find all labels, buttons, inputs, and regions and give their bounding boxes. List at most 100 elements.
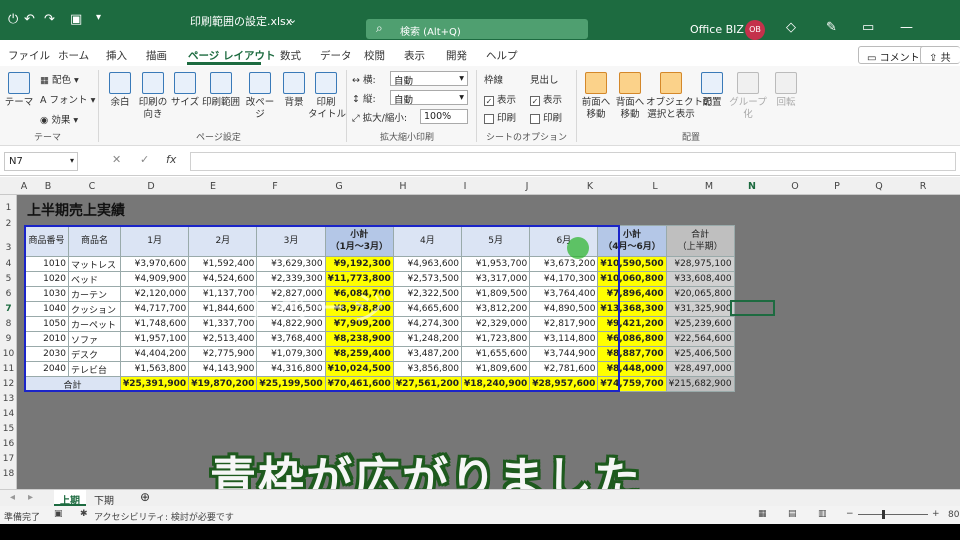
height-select[interactable]: 自動 ▾ (390, 90, 468, 106)
undo-icon[interactable]: ↶ (24, 12, 35, 27)
table-cell[interactable]: ¥4,963,600 (392, 256, 463, 272)
margins-button[interactable]: 余白 (104, 72, 136, 109)
column-header-active[interactable]: N (730, 181, 774, 192)
table-cell[interactable]: ¥3,114,800 (529, 331, 599, 347)
table-cell[interactable]: ¥7,896,400 (597, 286, 667, 302)
tab-developer[interactable]: 開発 (446, 48, 467, 63)
share-button[interactable]: ⇪ 共有 (920, 46, 960, 79)
table-cell[interactable]: ¥10,060,800 (597, 271, 667, 287)
print-area-button[interactable]: 印刷範囲 (200, 72, 242, 109)
total-cell[interactable]: ¥18,240,900 (461, 376, 531, 392)
group-objects-button[interactable]: グループ化 (728, 72, 768, 121)
insert-function-icon[interactable]: fx (166, 153, 176, 166)
tab-scroll-left-icon[interactable]: ◂ (4, 490, 21, 506)
table-cell[interactable]: ¥1,655,600 (461, 346, 531, 362)
table-cell[interactable]: ¥1,809,600 (461, 361, 531, 377)
normal-view-icon[interactable]: ▦ (758, 509, 767, 519)
add-sheet-icon[interactable]: ⊕ (134, 490, 156, 506)
table-cell[interactable]: ¥9,192,300 (324, 256, 394, 272)
page-layout-view-icon[interactable]: ▤ (788, 509, 797, 519)
align-button[interactable]: 配置 (698, 72, 726, 109)
formula-input[interactable] (190, 152, 956, 171)
table-cell[interactable]: ¥2,322,500 (392, 286, 463, 302)
table-cell[interactable]: ¥3,856,800 (392, 361, 463, 377)
table-cell[interactable]: ¥25,239,600 (665, 316, 735, 332)
table-cell[interactable]: ¥10,590,500 (597, 256, 667, 272)
tab-formulas[interactable]: 数式 (280, 48, 301, 63)
table-cell[interactable]: ¥28,975,100 (665, 256, 735, 272)
table-cell[interactable]: ¥1,809,500 (461, 286, 531, 302)
table-cell[interactable]: カーペット (68, 316, 121, 332)
macro-icon[interactable]: ▣ (54, 509, 63, 519)
column-header[interactable]: P (816, 181, 858, 192)
size-button[interactable]: サイズ (170, 72, 200, 109)
table-cell[interactable]: ¥2,513,400 (188, 331, 258, 347)
name-box[interactable]: N7 ▾ (4, 152, 78, 171)
row-header[interactable]: 12 (0, 379, 17, 389)
table-cell[interactable]: ¥4,404,200 (119, 346, 190, 362)
table-cell[interactable]: 2030 (24, 346, 69, 362)
tab-scroll-right-icon[interactable]: ▸ (22, 490, 39, 506)
table-cell[interactable]: ¥3,629,300 (256, 256, 326, 272)
table-cell[interactable]: ¥8,259,400 (324, 346, 394, 362)
avatar[interactable]: OB (745, 20, 765, 40)
row-header[interactable]: 1 (0, 203, 17, 213)
table-cell[interactable]: 1040 (24, 301, 69, 317)
table-cell[interactable]: ¥6,086,800 (597, 331, 667, 347)
table-cell[interactable]: ¥3,764,400 (529, 286, 599, 302)
send-backward-button[interactable]: 背面へ 移動 (612, 72, 648, 121)
accessibility-status[interactable]: アクセシビリティ: 検討が必要です (94, 510, 234, 523)
ribbon-display-icon[interactable]: ▭ (862, 20, 874, 35)
total-cell[interactable]: ¥25,391,900 (119, 376, 190, 392)
column-header[interactable]: G (306, 181, 372, 192)
table-cell[interactable]: テレビ台 (68, 361, 121, 377)
zoom-level[interactable]: 80 (948, 510, 959, 520)
row-header[interactable]: 3 (0, 243, 17, 253)
save-icon[interactable]: ▣ (70, 12, 82, 27)
table-cell[interactable]: ¥9,421,200 (597, 316, 667, 332)
headings-print-checkbox[interactable]: 印刷 (530, 110, 562, 124)
table-cell[interactable]: ¥4,316,800 (256, 361, 326, 377)
table-cell[interactable]: 2010 (24, 331, 69, 347)
row-header[interactable]: 18 (0, 469, 17, 479)
table-cell[interactable]: ¥2,573,500 (392, 271, 463, 287)
column-header[interactable]: K (558, 181, 622, 192)
table-cell[interactable]: ¥28,497,000 (665, 361, 735, 377)
tab-page-layout[interactable]: ページ レイアウト (188, 48, 275, 63)
table-cell[interactable]: ¥25,406,500 (665, 346, 735, 362)
gridlines-print-checkbox[interactable]: 印刷 (484, 110, 516, 124)
table-cell[interactable]: ¥1,723,800 (461, 331, 531, 347)
cancel-icon[interactable]: ✕ (112, 153, 121, 166)
total-cell[interactable]: ¥27,561,200 (392, 376, 463, 392)
total-cell[interactable]: ¥28,957,600 (529, 376, 599, 392)
orientation-button[interactable]: 印刷の 向き (136, 72, 170, 121)
effects-button[interactable]: ◉ 効果 ▾ (40, 112, 78, 126)
width-select[interactable]: 自動 ▾ (390, 71, 468, 87)
tab-view[interactable]: 表示 (404, 48, 425, 63)
table-cell[interactable]: ¥3,970,600 (119, 256, 190, 272)
row-header[interactable]: 4 (0, 259, 17, 269)
table-cell[interactable]: ¥1,563,800 (119, 361, 190, 377)
column-header[interactable]: Q (858, 181, 900, 192)
table-cell[interactable]: ソファ (68, 331, 121, 347)
selection-pane-button[interactable]: オブジェクトの 選択と表示 (646, 72, 713, 121)
chevron-down-icon[interactable]: ⌄ (288, 13, 297, 26)
autosave-icon[interactable]: ⏻ (8, 12, 18, 27)
zoom-in-icon[interactable]: + (932, 509, 940, 519)
table-cell[interactable]: ¥10,024,500 (324, 361, 394, 377)
sheet-tab-first-half[interactable]: 上期 (54, 490, 86, 507)
table-cell[interactable]: ¥31,325,900 (665, 301, 735, 317)
minimize-icon[interactable]: — (900, 20, 913, 35)
column-header[interactable]: M (688, 181, 730, 192)
table-cell[interactable]: ¥22,564,600 (665, 331, 735, 347)
table-cell[interactable]: ¥8,448,000 (597, 361, 667, 377)
row-header[interactable]: 8 (0, 319, 17, 329)
table-cell[interactable]: ¥1,079,300 (256, 346, 326, 362)
row-header[interactable]: 11 (0, 364, 17, 374)
table-cell[interactable]: ¥3,768,400 (256, 331, 326, 347)
tab-insert[interactable]: 挿入 (106, 48, 127, 63)
scale-input[interactable]: 100% (420, 109, 468, 124)
rotate-button[interactable]: 回転 (772, 72, 800, 109)
column-header[interactable]: C (66, 181, 118, 192)
row-header[interactable]: 10 (0, 349, 17, 359)
